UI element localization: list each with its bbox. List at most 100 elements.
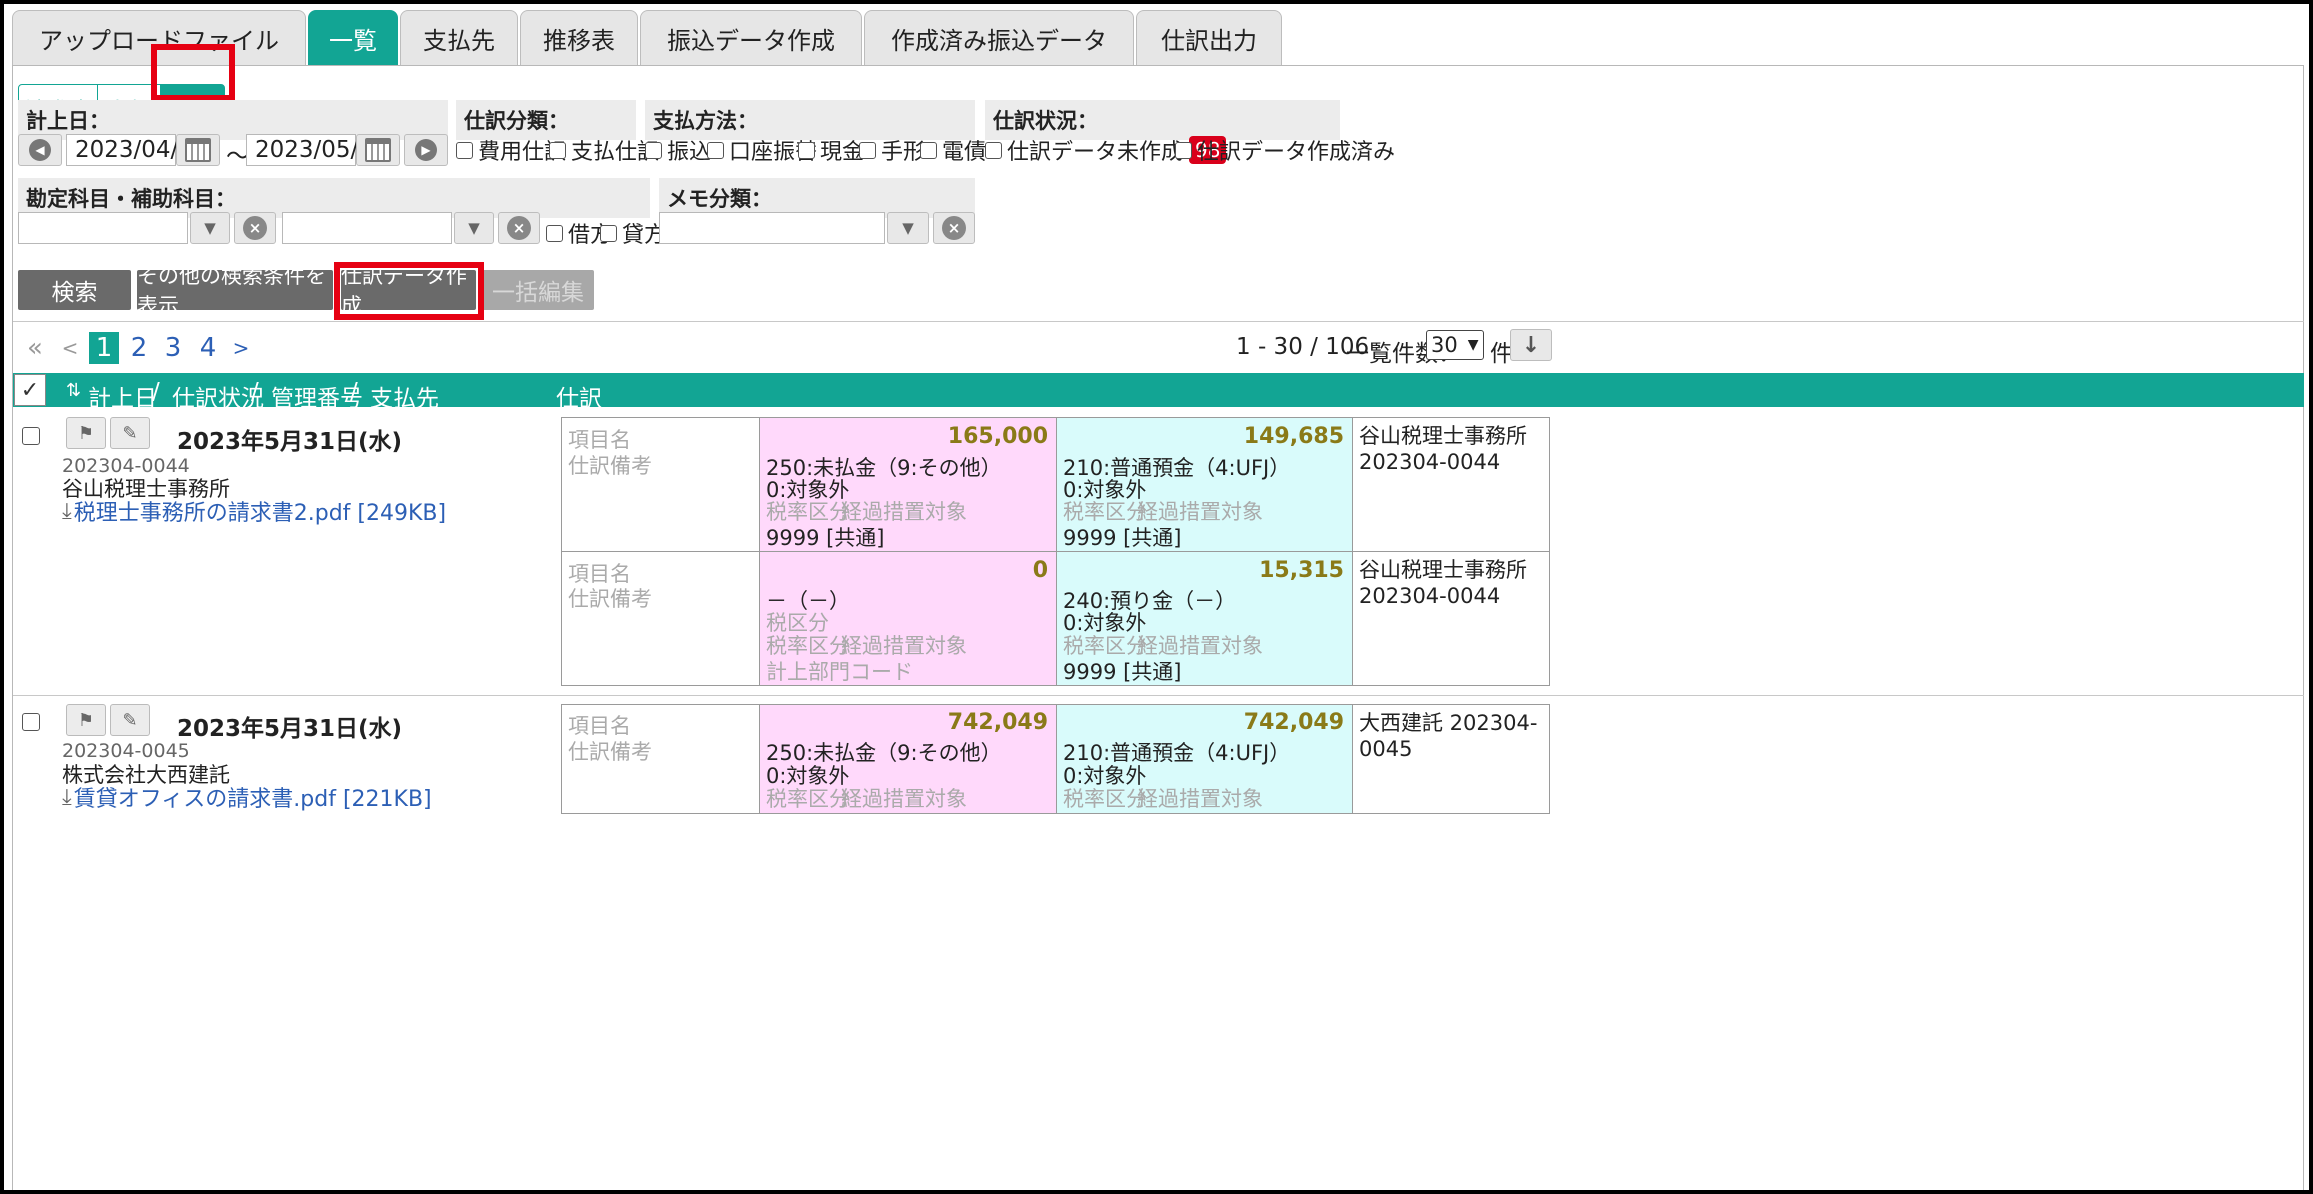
debit-amount: 165,000 — [947, 424, 1048, 449]
page-next-button[interactable]: > — [233, 333, 250, 363]
date-to-input[interactable]: 2023/05/31 — [246, 134, 388, 166]
credit-transition-label: 経過措置対象 — [1137, 787, 1263, 811]
page-prev-button[interactable]: < — [62, 333, 79, 363]
checkbox-icon — [549, 141, 566, 159]
record-file-link[interactable]: ⤓ 税理士事務所の請求書2.pdf [249KB] — [62, 495, 446, 527]
account-dropdown-button[interactable]: ▼ — [190, 212, 230, 244]
flag-button[interactable]: ⚑ — [66, 704, 106, 736]
pencil-icon: ✎ — [122, 709, 138, 731]
download-arrow-icon: ↓ — [1521, 332, 1541, 358]
chevron-down-icon: ▼ — [1467, 337, 1479, 353]
tab-created-transfer-data[interactable]: 作成済み振込データ — [864, 10, 1134, 66]
select-all-checkbox[interactable]: ✓ — [14, 374, 46, 406]
checkbox-bill[interactable]: 手形 — [859, 134, 925, 166]
checkbox-icon — [645, 141, 662, 159]
edit-button[interactable]: ✎ — [110, 704, 150, 736]
debit-dept-label: 計上部門コード — [766, 660, 913, 684]
page-size-select[interactable]: 30 ▼ — [1426, 330, 1484, 360]
debit-amount: 742,049 — [947, 710, 1048, 735]
checkbox-icon — [546, 224, 563, 242]
credit-dept: 9999 [共通] — [1063, 526, 1182, 550]
file-name: 税理士事務所の請求書2.pdf [249KB] — [73, 501, 447, 526]
flag-button[interactable]: ⚑ — [66, 417, 106, 449]
more-conditions-button[interactable]: その他の検索条件を表示 — [137, 264, 333, 318]
journal-description: 谷山税理士事務所 202304-0044 — [1359, 424, 1527, 474]
journal-column-header: 仕訳 — [556, 386, 602, 412]
checkbox-icon — [600, 224, 617, 242]
credit-rate-label: 税率区分 — [1063, 787, 1147, 811]
calendar-icon — [365, 138, 391, 162]
checkbox-cash[interactable]: 現金 — [798, 134, 864, 166]
clear-icon: × — [507, 216, 531, 240]
tab-list[interactable]: 一覧 — [308, 10, 398, 66]
journal-description: 谷山税理士事務所 202304-0044 — [1359, 558, 1527, 608]
checkbox-payment-journal[interactable]: 支払仕訳 — [549, 134, 659, 166]
checkbox-icon — [1175, 141, 1192, 159]
page-2-button[interactable]: 2 — [128, 333, 150, 363]
arrow-right-icon: ▶ — [415, 139, 437, 161]
date-from-calendar-button[interactable] — [176, 134, 220, 166]
date-next-button[interactable]: ▶ — [404, 134, 448, 166]
memo-dropdown-button[interactable]: ▼ — [887, 212, 929, 244]
download-file-icon: ⤓ — [62, 784, 72, 810]
edit-button[interactable]: ✎ — [110, 417, 150, 449]
account-input[interactable] — [18, 212, 188, 244]
file-name: 賃貸オフィスの請求書.pdf [221KB] — [73, 787, 432, 812]
header-separator: / — [152, 379, 160, 405]
checkbox-credit[interactable]: 貸方 — [600, 217, 666, 249]
bulk-edit-button[interactable]: 一括編集 — [482, 270, 594, 310]
clear-icon: × — [243, 216, 267, 240]
checkbox-icon — [798, 141, 815, 159]
checkbox-icon — [707, 141, 724, 159]
record-file-link[interactable]: ⤓ 賃貸オフィスの請求書.pdf [221KB] — [62, 781, 432, 813]
debit-transition-label: 経過措置対象 — [841, 787, 967, 811]
memo-clear-button[interactable]: × — [933, 212, 975, 244]
sub-account-clear-button[interactable]: × — [498, 212, 540, 244]
sort-by-date-link[interactable]: 計上日 — [88, 379, 157, 413]
page-4-button[interactable]: 4 — [197, 333, 219, 363]
tab-journal-export[interactable]: 仕訳出力 — [1136, 10, 1282, 66]
tab-create-transfer-data[interactable]: 振込データ作成 — [640, 10, 862, 66]
record-checkbox[interactable] — [22, 427, 40, 445]
checkbox-transfer[interactable]: 振込 — [645, 134, 711, 166]
journal-note-label: 仕訳備考 — [568, 454, 652, 478]
page-3-button[interactable]: 3 — [162, 333, 184, 363]
checkbox-e-bond[interactable]: 電債 — [920, 134, 986, 166]
sort-by-payee-link[interactable]: 支払先 — [370, 379, 439, 413]
record-checkbox[interactable] — [22, 713, 40, 731]
credit-amount: 149,685 — [1243, 424, 1344, 449]
flag-icon: ⚑ — [77, 422, 95, 444]
account-clear-button[interactable]: × — [234, 212, 276, 244]
checkbox-label: 電債 — [942, 140, 987, 165]
date-to-calendar-button[interactable] — [356, 134, 400, 166]
journal-description: 大西建託 202304-0045 — [1359, 711, 1538, 761]
sub-account-input[interactable] — [282, 212, 452, 244]
search-button[interactable]: 検索 — [18, 270, 131, 310]
record-date: 2023年5月31日(水) — [177, 716, 403, 742]
date-prev-button[interactable]: ◀ — [18, 134, 62, 166]
chevron-down-icon: ▼ — [468, 219, 480, 237]
debit-dept: 9999 [共通] — [766, 526, 885, 550]
memo-input[interactable] — [659, 212, 885, 244]
checkbox-journal-created[interactable]: 仕訳データ作成済み — [1175, 134, 1395, 166]
sub-account-dropdown-button[interactable]: ▼ — [454, 212, 494, 244]
checkbox-label: 現金 — [820, 140, 865, 165]
journal-note-label: 仕訳備考 — [568, 740, 652, 764]
checkbox-label: 手形 — [881, 140, 926, 165]
header-separator: / — [251, 379, 259, 405]
download-button[interactable]: ↓ — [1510, 329, 1552, 361]
checkbox-label: 振込 — [667, 140, 712, 165]
pencil-icon: ✎ — [122, 422, 138, 444]
checkbox-icon — [456, 141, 473, 159]
page-1-button[interactable]: 1 — [89, 332, 119, 364]
tab-payees[interactable]: 支払先 — [400, 10, 518, 66]
highlight-create-journal-button — [334, 262, 484, 320]
page-first-button[interactable]: « — [26, 333, 44, 363]
tab-transition-table[interactable]: 推移表 — [520, 10, 638, 66]
clear-icon: × — [942, 216, 966, 240]
chevron-down-icon: ▼ — [902, 219, 914, 237]
date-from-input[interactable]: 2023/04/01 — [66, 134, 208, 166]
checkbox-icon — [920, 141, 937, 159]
divider — [13, 321, 2304, 322]
debit-rate-label: 税率区分 — [766, 787, 850, 811]
